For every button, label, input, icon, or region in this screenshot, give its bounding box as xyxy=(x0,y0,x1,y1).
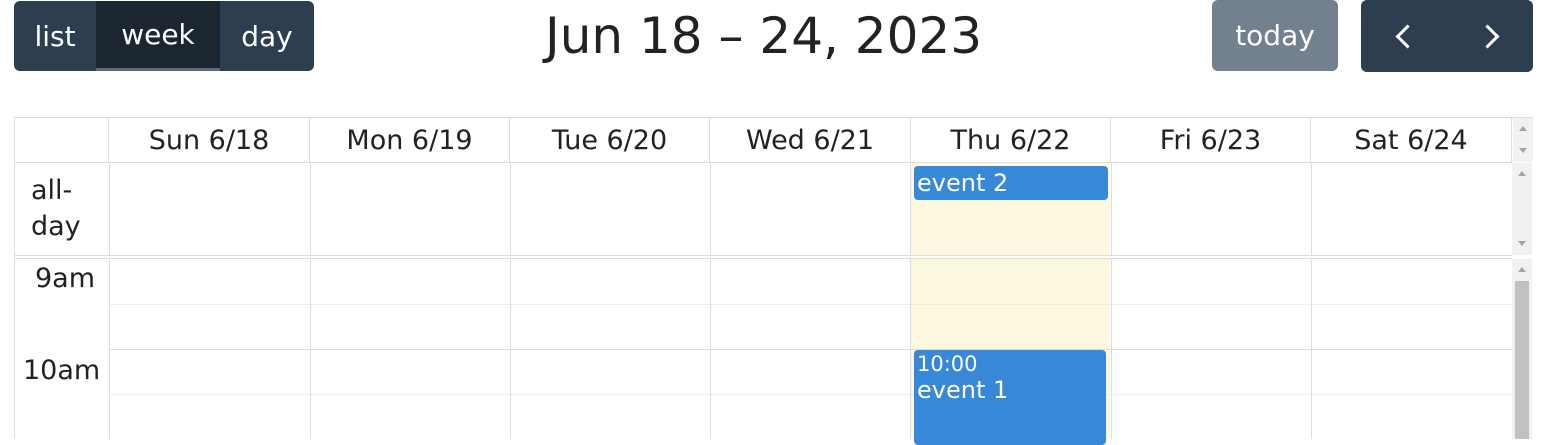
day-header-tue[interactable]: Tue 6/20 xyxy=(510,118,710,162)
scrollbar-thumb[interactable] xyxy=(1515,281,1529,439)
time-label-10am: 10am xyxy=(23,355,101,386)
scroll-down-arrow-icon[interactable] xyxy=(1518,241,1526,246)
timed-event[interactable]: 10:00 event 1 xyxy=(914,350,1106,445)
day-header-sat[interactable]: Sat 6/24 xyxy=(1311,118,1512,162)
scroll-up-arrow-icon[interactable] xyxy=(1518,267,1526,272)
day-header-mon[interactable]: Mon 6/19 xyxy=(310,118,510,162)
list-view-button[interactable]: list xyxy=(14,1,96,71)
day-view-button[interactable]: day xyxy=(220,1,314,71)
scroll-up-arrow-icon[interactable] xyxy=(1519,126,1527,131)
week-grid: Sun 6/18 Mon 6/19 Tue 6/20 Wed 6/21 Thu … xyxy=(14,117,1534,445)
time-grid: 9am 10am 10:00 event 1 xyxy=(15,259,1534,445)
event-time: 10:00 xyxy=(917,352,978,376)
day-header-wed[interactable]: Wed 6/21 xyxy=(710,118,911,162)
allday-scrollbar[interactable] xyxy=(1512,163,1532,255)
allday-label-line1: all- xyxy=(31,175,73,206)
view-switcher: list week day xyxy=(14,1,314,71)
day-header-row: Sun 6/18 Mon 6/19 Tue 6/20 Wed 6/21 Thu … xyxy=(15,118,1512,163)
chevron-left-icon xyxy=(1394,23,1420,49)
timegrid-scrollbar[interactable] xyxy=(1512,259,1532,439)
time-label-9am: 9am xyxy=(35,263,96,294)
prev-button[interactable] xyxy=(1361,0,1447,72)
day-header-thu[interactable]: Thu 6/22 xyxy=(911,118,1111,162)
allday-event[interactable]: event 2 xyxy=(914,166,1108,200)
next-button[interactable] xyxy=(1447,0,1533,72)
chevron-right-icon xyxy=(1474,23,1500,49)
day-header-fri[interactable]: Fri 6/23 xyxy=(1111,118,1311,162)
allday-label-line2: day xyxy=(31,211,81,242)
allday-row: all- day event 2 xyxy=(15,163,1532,259)
event-title: event 1 xyxy=(917,376,1009,404)
navigation-group xyxy=(1361,0,1533,72)
week-view-button[interactable]: week xyxy=(96,1,220,71)
today-button[interactable]: today xyxy=(1212,0,1338,71)
day-header-sun[interactable]: Sun 6/18 xyxy=(109,118,310,162)
scroll-up-arrow-icon[interactable] xyxy=(1518,171,1526,176)
scroll-down-arrow-icon[interactable] xyxy=(1519,148,1527,153)
axis-header-cell xyxy=(15,118,109,162)
header-scrollbar[interactable] xyxy=(1513,118,1533,162)
